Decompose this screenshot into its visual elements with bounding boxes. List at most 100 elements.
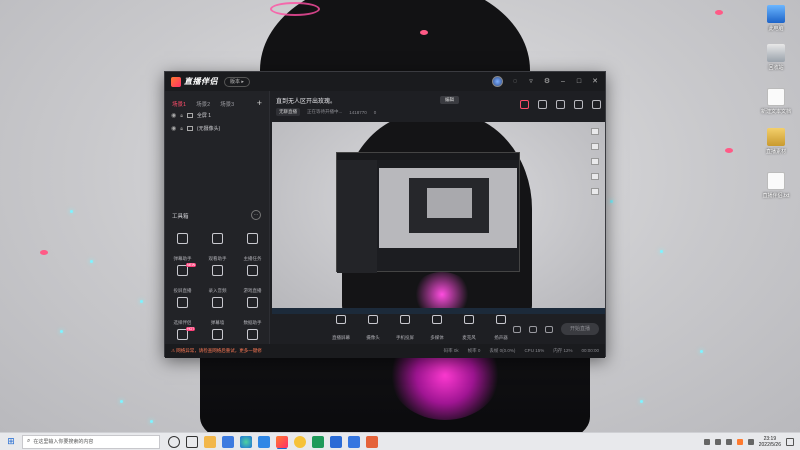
add-screen-button[interactable]: 直播屏幕 <box>330 314 352 344</box>
shirt-icon[interactable]: ▿ <box>527 78 535 86</box>
version-pill[interactable]: 版本 ▸ <box>224 76 250 87</box>
gamepad-icon <box>247 265 258 276</box>
tool-viewer-assistant[interactable]: 观看助手 <box>200 231 235 261</box>
wallpaper-spark <box>660 250 663 253</box>
notification-icon[interactable] <box>786 437 794 446</box>
share-icon[interactable] <box>592 100 601 109</box>
wallpaper-petal <box>40 250 48 255</box>
tray-arrow-icon[interactable] <box>703 438 710 445</box>
download-icon <box>212 265 223 276</box>
desktop-icon-text-file[interactable]: 直播伴侣.txt <box>754 172 798 199</box>
new-badge: NEW <box>186 263 197 267</box>
network-icon[interactable] <box>714 438 721 445</box>
desktop-icon-recycle-bin[interactable]: 回收站 <box>754 44 798 71</box>
wechat-icon[interactable] <box>312 435 324 448</box>
minimize-icon[interactable]: – <box>559 78 567 86</box>
record-icon[interactable] <box>520 100 529 109</box>
live-companion-taskbar-icon[interactable] <box>276 435 288 448</box>
mail-icon[interactable] <box>222 435 234 448</box>
wallpaper-spark <box>610 200 613 203</box>
tool-danmaku-assistant[interactable]: 弹幕助手 <box>165 231 200 261</box>
start-live-button[interactable]: 开始直播 <box>561 323 599 335</box>
lock-icon[interactable]: 🔒︎ <box>180 126 183 132</box>
lock-icon[interactable] <box>538 100 547 109</box>
tab-scene-1[interactable]: 场景1 <box>172 100 186 108</box>
tool-data-assistant[interactable]: 数据助手 <box>235 295 270 325</box>
add-phone-cast-button[interactable]: 手机投屏 <box>394 314 416 344</box>
tab-scene-3[interactable]: 场景3 <box>220 100 234 108</box>
ime-icon[interactable] <box>747 438 754 445</box>
wallpaper-spark <box>60 330 63 333</box>
toolbox-more-button[interactable]: ··· <box>251 210 261 220</box>
qq-icon[interactable] <box>294 435 306 448</box>
lock-icon[interactable]: 🔒︎ <box>180 113 183 119</box>
tool-audio[interactable]: 录入音频 <box>200 263 235 293</box>
source-item-fullscreen[interactable]: ◉ 🔒︎ 全屏 1 <box>165 109 269 122</box>
category-chip[interactable]: 无聊直播 <box>276 108 300 116</box>
system-tray: 23:19 2022/5/26 <box>703 436 800 448</box>
eye-icon <box>212 233 223 244</box>
wallpaper-petal <box>715 10 723 15</box>
memory-stat: 内存 12% <box>553 348 573 353</box>
network-warning[interactable]: ⚠ 网络异常，请检查网络后重试，更多一键修 <box>171 348 262 354</box>
wallpaper-halo <box>270 2 320 16</box>
edit-title-button[interactable]: 编辑 <box>440 96 459 104</box>
close-icon[interactable]: ✕ <box>591 78 599 86</box>
task-view-icon[interactable] <box>186 435 198 448</box>
gear-icon[interactable] <box>545 325 553 333</box>
search-icon: ⌕ <box>27 438 31 444</box>
add-camera-button[interactable]: 摄像头 <box>362 314 384 344</box>
taskbar-search-input[interactable]: ⌕ 在这里输入你要搜索的内容 <box>22 434 160 449</box>
eye-icon[interactable]: ◉ <box>171 125 176 132</box>
main-toolbar <box>520 100 601 109</box>
app-icon[interactable] <box>366 435 378 448</box>
bell-icon[interactable] <box>574 100 583 109</box>
desktop-icon-this-pc[interactable]: 此电脑 <box>754 5 798 32</box>
volume-icon[interactable] <box>725 438 732 445</box>
tray-app-icon[interactable] <box>736 438 743 445</box>
add-scene-button[interactable]: + <box>257 99 262 108</box>
fps-stat: 帧率 0 <box>467 348 481 353</box>
upload-icon <box>177 297 188 308</box>
store-icon[interactable] <box>258 435 270 448</box>
desktop-icon-text-doc[interactable]: 新建文本文档 <box>754 88 798 115</box>
screen-icon[interactable] <box>556 100 565 109</box>
player-2-icon[interactable] <box>348 435 360 448</box>
title-bar: 直播伴侣 版本 ▸ ◌ ▿ ⚙ – □ ✕ <box>165 72 605 91</box>
tool-cast[interactable]: NEW 投屏直播 <box>165 263 200 293</box>
record-video-icon[interactable] <box>513 325 521 333</box>
speaker-icon <box>496 314 506 324</box>
folder-icon <box>767 128 785 146</box>
user-avatar[interactable] <box>492 76 503 87</box>
chat-icon <box>177 233 188 244</box>
tool-game[interactable]: 游戏直播 <box>235 263 270 293</box>
feedback-icon[interactable]: ◌ <box>511 78 519 86</box>
cortana-icon[interactable] <box>168 435 180 448</box>
tab-scene-2[interactable]: 场景2 <box>196 100 210 108</box>
desktop-icon-folder[interactable]: 直播素材 <box>754 128 798 155</box>
microphone-icon <box>464 314 474 324</box>
settings-icon[interactable]: ⚙ <box>543 78 551 86</box>
live-preview[interactable] <box>272 122 605 314</box>
scene-tabs: 场景1 场景2 场景3 + <box>165 91 269 109</box>
mute-icon[interactable] <box>529 325 537 333</box>
toolbox-grid: 弹幕助手 观看助手 主播任务 NEW 投屏直播 录入音频 游戏直播 选择伴侣 弹幕… <box>165 231 270 357</box>
file-explorer-icon[interactable] <box>204 435 216 448</box>
edge-browser-icon[interactable] <box>240 435 252 448</box>
eye-icon[interactable]: ◉ <box>171 112 176 119</box>
room-id: 1418770 <box>349 109 367 115</box>
add-media-button[interactable]: 多媒体 <box>426 314 448 344</box>
tool-host-task[interactable]: 主播任务 <box>235 231 270 261</box>
speaker-button[interactable]: 扬声器 <box>490 314 512 344</box>
left-panel: 场景1 场景2 场景3 + ◉ 🔒︎ 全屏 1 ◉ 🔒︎ (无摄像头) 工具箱 … <box>165 91 270 357</box>
windows-start-icon[interactable]: ⊞ <box>0 436 22 447</box>
tool-danmaku-wall[interactable]: 弹幕墙 <box>200 295 235 325</box>
source-item-camera[interactable]: ◉ 🔒︎ (无摄像头) <box>165 122 269 135</box>
player-icon[interactable] <box>330 435 342 448</box>
bitrate-stat: 码率 0k <box>443 348 459 353</box>
microphone-button[interactable]: 麦克风 <box>458 314 480 344</box>
tool-select-partner[interactable]: 选择伴侣 <box>165 295 200 325</box>
system-clock[interactable]: 23:19 2022/5/26 <box>759 436 781 448</box>
maximize-icon[interactable]: □ <box>575 78 583 86</box>
wallpaper-spark <box>640 400 643 403</box>
